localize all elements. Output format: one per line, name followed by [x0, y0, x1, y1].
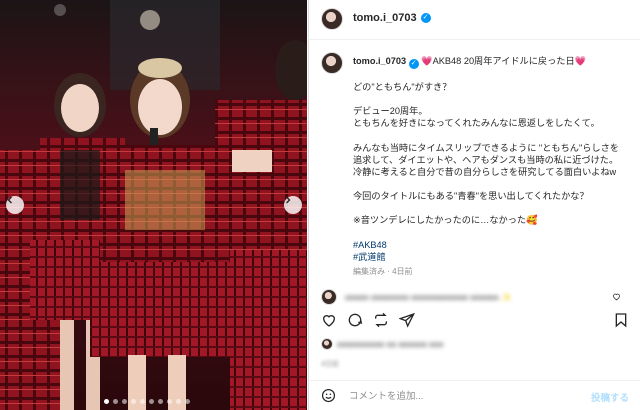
caption-title: 💗AKB48 20周年アイドルに戻った日💗: [421, 56, 587, 66]
like-button[interactable]: [321, 312, 337, 333]
carousel-dot: [149, 399, 154, 404]
hashtag-link[interactable]: #武道館: [353, 251, 633, 263]
hashtag-link[interactable]: #AKB48: [353, 239, 633, 251]
verified-badge-icon: ✓: [408, 59, 419, 69]
caption-username[interactable]: tomo.i_0703: [353, 56, 406, 66]
avatar[interactable]: [321, 8, 343, 30]
carousel-dot: [113, 399, 118, 404]
verified-badge-icon: ✓: [420, 13, 431, 23]
comment-icon: [348, 313, 363, 327]
caption-body: tomo.i_0703 ✓ 💗AKB48 20周年アイドルに戻った日💗 どの"と…: [353, 55, 633, 278]
post-photo[interactable]: [0, 0, 307, 410]
comment-button[interactable]: [347, 312, 363, 333]
repost-icon: [375, 312, 387, 328]
comment-text: ooooo oooooooo oooooooooooo oooooo ✨: [345, 291, 512, 302]
send-icon: [398, 312, 415, 328]
post-time: 4日前: [321, 361, 339, 368]
carousel-dot: [140, 399, 145, 404]
smiley-icon: [321, 388, 336, 403]
header-username[interactable]: tomo.i_0703 ✓: [353, 12, 431, 24]
caption-line: [353, 202, 633, 214]
likes-text: oooooooooo oo oooooo ooo: [337, 339, 444, 349]
caption-line: 冷静に考えると自分で昔の自分らしさを研究してる面白いよねw: [353, 167, 617, 178]
caption-line: みんなも当時にタイムスリップできるように "ともちん"らしさを: [353, 142, 619, 153]
chevron-left-icon: [7, 196, 12, 204]
carousel-dot: [176, 399, 181, 404]
carousel-dot: [185, 399, 190, 404]
carousel-prev-button[interactable]: [6, 196, 24, 214]
likes-summary[interactable]: oooooooooo oo oooooo ooo: [321, 337, 629, 351]
liker-avatar: [321, 338, 333, 350]
caption-hashtags: #AKB48 #武道館: [353, 239, 633, 263]
caption-line: [353, 178, 633, 190]
caption-line: 追求して、ダイエットや、ヘアもダンスも当時の私に近づけた。: [353, 154, 619, 165]
caption-line: 今回のタイトルにもある"青春"を思い出してくれたかな？: [353, 191, 589, 202]
post-side-panel: tomo.i_0703 ✓ tomo.i_0703 ✓ 💗AKB48 20周年ア…: [308, 0, 640, 410]
post-comment-button[interactable]: 投稿する: [591, 390, 629, 404]
caption-line: [353, 130, 633, 142]
heart-icon: [322, 315, 336, 327]
caption-text: どの"ともちん"がすき？ デビュー20周年。 ともちんを好きになってくれたみんなに恩…: [353, 69, 633, 239]
comment-like-icon[interactable]: [612, 292, 621, 301]
repost-button[interactable]: [373, 312, 389, 333]
bookmark-icon: [615, 313, 627, 328]
caption-line: ともちんを好きになってくれたみんなに恩返しをしたくて。: [353, 118, 600, 129]
save-button[interactable]: [613, 312, 629, 333]
carousel-dots: [104, 399, 190, 404]
caption-avatar[interactable]: [321, 52, 343, 74]
caption-meta: 編集済み · 4日前: [353, 267, 413, 277]
post-header: tomo.i_0703 ✓: [309, 0, 640, 40]
carousel-dot: [122, 399, 127, 404]
carousel-next-button[interactable]: [284, 196, 302, 214]
carousel-dot: [167, 399, 172, 404]
comment-avatar[interactable]: [321, 289, 337, 305]
stage-photo: [0, 0, 307, 410]
comment-input[interactable]: [349, 387, 569, 405]
comment-composer: 投稿する: [309, 380, 640, 410]
emoji-button[interactable]: [321, 388, 336, 408]
caption-line: どの"ともちん"がすき？: [353, 82, 452, 92]
carousel-dot: [131, 399, 136, 404]
caption-line: ※音ツンデレにしたかったのに…なかった🥰: [353, 215, 538, 226]
caption-gap: [353, 69, 633, 81]
carousel-dot: [104, 399, 109, 404]
chevron-right-icon: [286, 196, 291, 204]
username-link[interactable]: tomo.i_0703: [353, 12, 417, 24]
comment-item: ooooo oooooooo oooooooooooo oooooo ✨: [321, 289, 629, 305]
caption-line: デビュー20周年。: [353, 106, 428, 117]
share-button[interactable]: [398, 312, 415, 333]
carousel-dot: [158, 399, 163, 404]
caption-line: [353, 93, 633, 105]
post-actions: [321, 312, 629, 332]
caption-gap: [353, 227, 633, 239]
